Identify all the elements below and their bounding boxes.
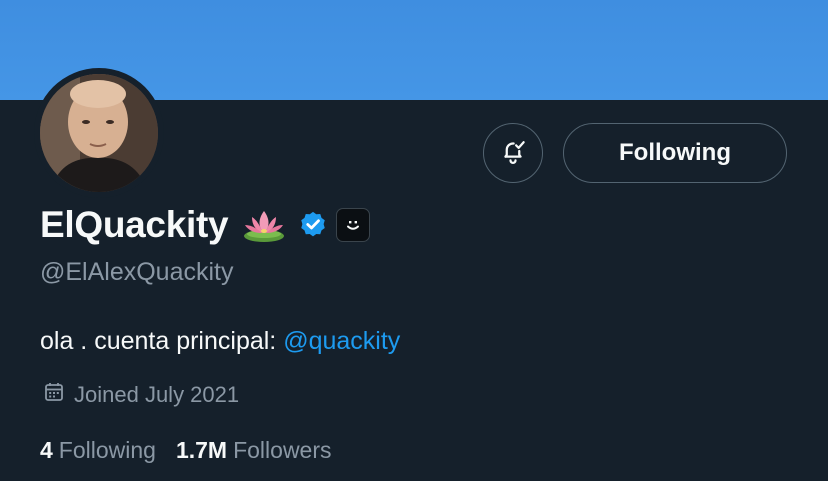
smiley-face-icon[interactable]: [336, 208, 371, 242]
followers-label: Followers: [233, 437, 332, 463]
name-row: ElQuackity: [40, 202, 371, 248]
following-stat-link[interactable]: 4 Following: [40, 437, 156, 464]
avatar-frame: [34, 68, 164, 198]
profile-stats: 4 Following 1.7M Followers: [40, 437, 332, 464]
display-name: ElQuackity: [40, 204, 229, 245]
bell-check-icon: [498, 136, 528, 171]
bio-mention-link[interactable]: @quackity: [283, 327, 400, 355]
lotus-icon: [242, 207, 286, 243]
avatar[interactable]: [40, 74, 158, 192]
followers-stat-link[interactable]: 1.7M Followers: [176, 437, 332, 464]
verified-badge-icon[interactable]: [298, 210, 328, 240]
notifications-button[interactable]: [483, 123, 543, 183]
profile-handle: @ElAlexQuackity: [40, 258, 234, 286]
profile-bio: ola . cuenta principal: @quackity: [40, 327, 400, 356]
calendar-icon: [42, 380, 74, 410]
following-button[interactable]: Following: [563, 123, 787, 183]
following-count: 4: [40, 437, 53, 463]
joined-label: Joined July 2021: [74, 382, 240, 407]
bio-text: ola . cuenta principal:: [40, 327, 284, 355]
followers-count: 1.7M: [175, 437, 228, 463]
following-label: Following: [58, 437, 156, 463]
joined-date: Joined July 2021: [42, 380, 239, 410]
